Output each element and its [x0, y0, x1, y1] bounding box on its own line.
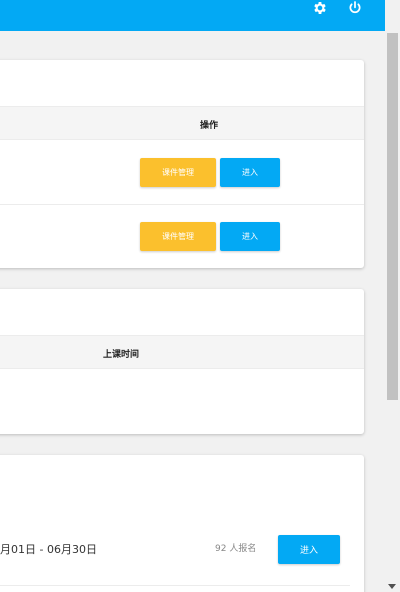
- row-divider: [0, 585, 350, 586]
- table-header: 上课时间: [0, 335, 364, 369]
- courses-card: 操作 课件管理 进入 课件管理 进入: [0, 60, 364, 268]
- courseware-manage-button[interactable]: 课件管理: [140, 158, 216, 187]
- date-range: 月01日 - 06月30日: [0, 543, 97, 556]
- table-header: 操作: [0, 106, 364, 140]
- enrollment-card: 月01日 - 06月30日 92 人报名 进入: [0, 455, 364, 592]
- enter-button[interactable]: 进入: [220, 158, 280, 187]
- courseware-manage-button[interactable]: 课件管理: [140, 222, 216, 251]
- scroll-down-arrow-icon[interactable]: [388, 584, 396, 589]
- gear-icon[interactable]: [312, 0, 328, 16]
- enter-button[interactable]: 进入: [278, 535, 340, 564]
- column-header-class-time: 上课时间: [103, 350, 140, 360]
- column-header-action: 操作: [200, 121, 219, 131]
- enter-button[interactable]: 进入: [220, 222, 280, 251]
- top-app-bar: [0, 0, 385, 31]
- enrollment-count: 92 人报名: [215, 544, 257, 554]
- scrollbar-thumb[interactable]: [387, 33, 398, 400]
- schedule-card: 上课时间: [0, 289, 364, 434]
- vertical-scrollbar[interactable]: [385, 0, 400, 592]
- power-icon[interactable]: [347, 0, 363, 16]
- row-divider: [0, 204, 364, 205]
